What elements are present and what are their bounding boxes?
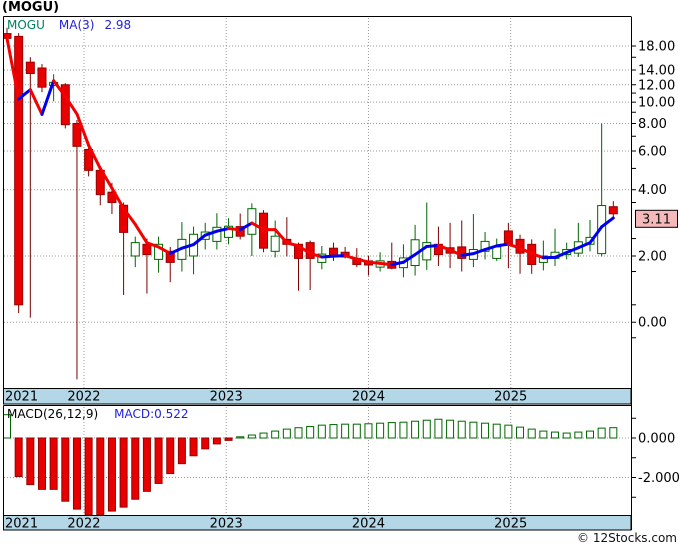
macd-bar-negative <box>61 437 70 502</box>
macd-bar-negative <box>37 437 46 490</box>
y-tick-label: 8.00 <box>638 117 667 132</box>
macd-bar-positive <box>317 424 326 439</box>
stock-chart-page: 18.00 14.00 12.00 10.00 8.00 6.00 4.00 2.00 0.00… <box>0 0 680 546</box>
macd-bar-negative <box>84 437 93 516</box>
candle-body <box>492 246 502 259</box>
macd-bar-positive <box>352 423 361 439</box>
year-label: 2022 <box>67 517 100 532</box>
y-tick-label: 18.00 <box>638 40 675 55</box>
y-tick-label: 0.000 <box>638 432 675 447</box>
macd-bar-positive <box>562 432 571 439</box>
macd-bar-positive <box>516 426 525 439</box>
macd-bar-positive <box>259 432 268 439</box>
macd-bar-positive <box>236 436 245 439</box>
y-tick-label: 12.00 <box>638 78 675 93</box>
macd-bar-negative <box>142 437 151 492</box>
macd-bar-positive <box>597 427 606 439</box>
macd-bar-negative <box>154 437 163 484</box>
year-label: 2021 <box>5 517 38 532</box>
macd-bar-negative <box>14 437 23 478</box>
macd-bar-negative <box>131 437 140 500</box>
macd-bar-positive <box>271 430 280 439</box>
candle-body <box>37 67 47 88</box>
macd-bar-positive <box>4 414 11 439</box>
macd-bar-positive <box>364 423 373 439</box>
macd-bar-positive <box>282 428 291 439</box>
ma-line-segment <box>460 252 475 257</box>
macd-bar-negative <box>201 437 210 450</box>
ma-line-segment <box>378 261 394 267</box>
macd-bar-positive <box>446 419 455 439</box>
macd-bar-negative <box>72 437 81 510</box>
candle-body <box>130 242 140 257</box>
macd-bar-positive <box>399 421 408 439</box>
price-chart-svg: 18.00 14.0012.00 10.00 8.00 6.00 4.00 2.00 0.00… <box>3 16 680 532</box>
y-tick-label: 0.00 <box>638 316 667 331</box>
macd-bar-positive <box>574 431 583 439</box>
y-tick-label: 10.00 <box>638 96 675 111</box>
candle-body <box>142 243 152 256</box>
candle-body <box>503 230 513 245</box>
macd-bar-positive <box>492 423 501 439</box>
ma-line-segment <box>320 254 335 259</box>
macd-bar-positive <box>306 426 315 439</box>
macd-bar-positive <box>422 419 431 439</box>
macd-bar-positive <box>247 434 256 439</box>
candle-body <box>25 61 35 74</box>
macd-bar-positive <box>504 424 513 439</box>
macd-bar-positive <box>387 422 396 439</box>
macd-bar-positive <box>609 427 618 439</box>
candle-body <box>270 235 280 252</box>
candle-body <box>247 208 257 235</box>
macd-bar-positive <box>341 423 350 439</box>
macd-bar-positive <box>469 421 478 439</box>
macd-bar-positive <box>539 430 548 439</box>
price-panel <box>4 27 618 380</box>
macd-bar-negative <box>107 437 116 512</box>
year-label: 2025 <box>494 390 527 405</box>
candle-body <box>608 206 618 215</box>
year-label: 2022 <box>67 390 100 405</box>
ma-line-segment <box>285 241 300 248</box>
y-tick-label: 6.00 <box>638 144 667 159</box>
year-label: 2023 <box>210 517 243 532</box>
year-label: 2024 <box>352 517 385 532</box>
copyright-link[interactable]: © 12Stocks.com <box>577 531 677 545</box>
year-label: 2025 <box>494 517 527 532</box>
macd-bar-positive <box>411 420 420 439</box>
ma-line-segment <box>227 226 242 232</box>
y-tick-label: 4.00 <box>638 183 667 198</box>
ma-line-segment <box>495 242 510 248</box>
macd-bar-negative <box>26 437 35 486</box>
macd-bar-negative <box>224 437 233 441</box>
macd-bar-negative <box>119 437 128 508</box>
macd-bar-positive <box>434 418 443 439</box>
macd-bar-negative <box>212 437 221 445</box>
macd-bar-positive <box>586 430 594 439</box>
macd-bar-negative <box>189 437 198 457</box>
ma-line-segment <box>133 222 149 245</box>
macd-bar-positive <box>551 431 560 439</box>
macd-bar-negative <box>49 437 58 490</box>
year-label: 2021 <box>5 390 38 405</box>
macd-bar-positive <box>527 428 536 439</box>
macd-bar-negative <box>166 437 175 475</box>
macd-bar-positive <box>481 422 490 439</box>
macd-bar-positive <box>457 420 466 439</box>
ma-line-segment <box>366 260 382 265</box>
macd-bar-positive <box>294 427 303 439</box>
macd-bar-positive <box>329 424 338 439</box>
macd-panel <box>4 414 618 516</box>
price-flag-label: 3.11 <box>642 212 671 227</box>
year-label: 2023 <box>210 390 243 405</box>
ma-line-segment <box>425 243 440 248</box>
y-tick-label: 2.00 <box>638 249 667 264</box>
y-tick-label: -2.000 <box>638 471 680 486</box>
year-label: 2024 <box>352 390 385 405</box>
y-tick-label: 14.00 <box>638 64 675 79</box>
macd-bar-positive <box>376 422 385 439</box>
macd-bar-negative <box>177 437 186 465</box>
candle-body <box>72 123 82 147</box>
macd-bar-negative <box>96 437 105 516</box>
